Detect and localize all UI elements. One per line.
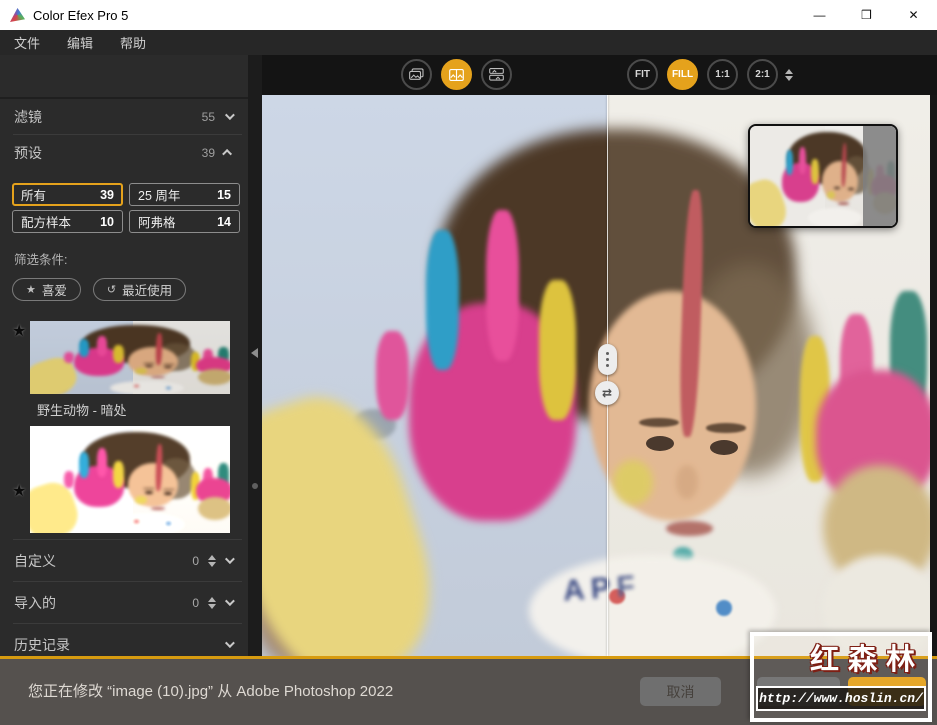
collapse-sidebar-icon[interactable] xyxy=(251,348,258,358)
category-count: 14 xyxy=(217,214,231,229)
filters-count: 55 xyxy=(201,109,215,124)
category-recipes-button[interactable]: 配方样本 10 xyxy=(12,210,123,233)
filter-pills: ★ 喜爱 ↺ 最近使用 xyxy=(0,272,248,309)
zoom-group: FIT FILL 1:1 2:1 xyxy=(627,59,793,90)
split-view-button[interactable] xyxy=(441,59,472,90)
preset-category-grid: 所有 39 25 周年 15 配方样本 10 阿弗格 14 xyxy=(0,170,248,237)
sidebar: 滤镜 55 预设 39 所有 39 25 周年 15 配方样本 10 阿弗格 1… xyxy=(0,55,248,656)
menu-edit[interactable]: 编辑 xyxy=(67,33,93,52)
split-preview-icon xyxy=(449,68,464,81)
presets-count: 39 xyxy=(201,145,215,160)
editing-status-text: 您正在修改 “image (10).jpg” 从 Adobe Photoshop… xyxy=(28,683,394,700)
stepper-icon[interactable] xyxy=(208,596,216,609)
preset-item[interactable]: ★ xyxy=(0,426,248,533)
cancel-button[interactable]: 取消 xyxy=(640,677,721,706)
star-icon: ★ xyxy=(26,284,36,296)
category-25th-button[interactable]: 25 周年 15 xyxy=(129,183,240,206)
window-controls: — ❒ ✕ xyxy=(796,0,937,30)
minimize-button[interactable]: — xyxy=(796,0,843,30)
menu-file[interactable]: 文件 xyxy=(14,33,40,52)
category-count: 15 xyxy=(217,187,231,202)
category-count: 10 xyxy=(100,214,114,229)
navigator-panel[interactable] xyxy=(748,124,898,228)
favorites-filter-button[interactable]: ★ 喜爱 xyxy=(12,278,81,301)
preview-toolbar: FIT FILL 1:1 2:1 xyxy=(262,55,937,95)
window-title: Color Efex Pro 5 xyxy=(33,7,129,23)
before-after-split-line[interactable] xyxy=(607,95,608,656)
zoom-fit-button[interactable]: FIT xyxy=(627,59,658,90)
app-logo-icon xyxy=(10,8,25,22)
maximize-button[interactable]: ❒ xyxy=(843,0,890,30)
zoom-fill-button[interactable]: FILL xyxy=(667,59,698,90)
filters-label: 滤镜 xyxy=(14,108,42,125)
sidebar-rail xyxy=(248,55,262,656)
preset-thumbnail[interactable] xyxy=(30,321,230,394)
single-view-button[interactable] xyxy=(401,59,432,90)
navigator-offscreen-region xyxy=(863,126,896,226)
color-efex-window: Color Efex Pro 5 — ❒ ✕ 文件 编辑 帮助 滤镜 55 预设… xyxy=(0,0,937,725)
preset-item[interactable]: ★ xyxy=(0,321,248,418)
view-mode-group xyxy=(401,59,512,90)
side-by-side-view-button[interactable] xyxy=(481,59,512,90)
watermark-title: 红森林 xyxy=(809,644,924,676)
favorites-label: 喜爱 xyxy=(41,284,67,298)
preset-thumbnail[interactable] xyxy=(30,426,230,533)
history-section-header[interactable]: 历史记录 xyxy=(0,624,248,656)
imported-count: 0 xyxy=(192,595,199,610)
chevron-down-icon xyxy=(224,110,235,121)
favorite-star-icon[interactable]: ★ xyxy=(12,321,26,341)
watermark-overlay: 红森林 http://www.hoslin.cn/ xyxy=(750,632,932,722)
custom-count: 0 xyxy=(192,553,199,568)
category-count: 39 xyxy=(100,187,114,202)
favorite-star-icon[interactable]: ★ xyxy=(12,481,26,501)
main-area: FIT FILL 1:1 2:1 APF ⇄ xyxy=(262,55,937,656)
split-drag-handle[interactable] xyxy=(598,344,617,375)
image-canvas[interactable]: APF ⇄ xyxy=(262,95,930,656)
filter-by-label: 筛选条件: xyxy=(14,253,68,267)
stacked-preview-icon xyxy=(489,68,504,81)
zoom-2to1-button[interactable]: 2:1 xyxy=(747,59,778,90)
custom-label: 自定义 xyxy=(14,552,56,569)
category-label: 25 周年 xyxy=(138,189,181,203)
filters-section-header[interactable]: 滤镜 55 xyxy=(0,99,248,134)
chevron-down-icon xyxy=(224,596,235,607)
category-label: 阿弗格 xyxy=(138,216,176,230)
history-icon: ↺ xyxy=(106,284,117,296)
presets-label: 预设 xyxy=(14,144,42,161)
menu-bar: 文件 编辑 帮助 xyxy=(0,30,937,55)
recent-filter-button[interactable]: ↺ 最近使用 xyxy=(92,278,187,301)
history-label: 历史记录 xyxy=(14,636,70,653)
close-button[interactable]: ✕ xyxy=(890,0,937,30)
zoom-stepper-icon[interactable] xyxy=(785,68,793,81)
category-label: 配方样本 xyxy=(21,216,72,230)
title-bar: Color Efex Pro 5 — ❒ ✕ xyxy=(0,0,937,30)
zoom-1to1-button[interactable]: 1:1 xyxy=(707,59,738,90)
main-layout: 滤镜 55 预设 39 所有 39 25 周年 15 配方样本 10 阿弗格 1… xyxy=(0,55,937,656)
category-all-button[interactable]: 所有 39 xyxy=(12,183,123,206)
preset-name: 野生动物 - 暗处 xyxy=(37,403,127,418)
stepper-icon[interactable] xyxy=(208,554,216,567)
scrollbar-thumb[interactable] xyxy=(252,483,258,489)
category-label: 所有 xyxy=(21,189,47,203)
single-image-icon xyxy=(409,68,424,80)
watermark-url: http://www.hoslin.cn/ xyxy=(756,686,926,711)
category-afuge-button[interactable]: 阿弗格 14 xyxy=(129,210,240,233)
recent-label: 最近使用 xyxy=(122,284,173,298)
chevron-down-icon xyxy=(224,554,235,565)
sidebar-header-spacer xyxy=(0,55,248,99)
custom-section-header[interactable]: 自定义 0 xyxy=(0,540,248,581)
menu-help[interactable]: 帮助 xyxy=(120,33,146,52)
presets-section-header[interactable]: 预设 39 xyxy=(0,135,248,170)
swap-before-after-button[interactable]: ⇄ xyxy=(595,381,619,405)
imported-section-header[interactable]: 导入的 0 xyxy=(0,582,248,623)
chevron-up-icon xyxy=(222,148,233,159)
imported-label: 导入的 xyxy=(14,594,56,611)
chevron-down-icon xyxy=(224,638,235,649)
